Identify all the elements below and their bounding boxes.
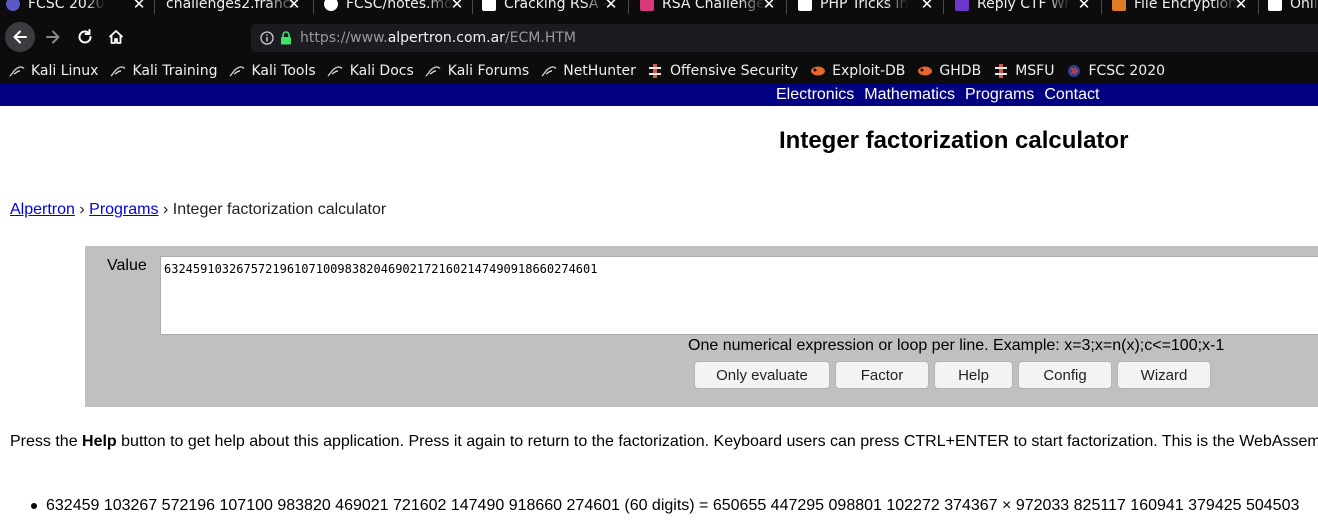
calculator-panel: Value 6324591032675721961071009838204690… [85,246,1318,407]
bullet-icon [31,503,37,509]
tab-php-tricks[interactable]: PHP Tricks in ✕ [798,0,934,13]
close-icon[interactable]: ✕ [450,0,464,13]
breadcrumb-current: Integer factorization calculator [172,201,387,218]
bookmarks-toolbar: Kali Linux Kali Training Kali Tools Kali… [0,59,1318,83]
help-button[interactable]: Help [934,361,1013,389]
bookmark-kali-forums[interactable]: Kali Forums [425,63,529,79]
medium-icon [798,0,812,11]
rsa-icon [640,0,654,11]
home-button[interactable] [101,22,131,52]
breadcrumb-separator: › [162,201,169,218]
tab-fcsc[interactable]: FCSC 2020 ✕ [6,0,146,13]
fcsc-logo-icon [6,0,20,11]
tab-github-notes[interactable]: FCSC/notes.md ✕ [324,0,464,13]
page-title: Integer factorization calculator [779,127,1129,154]
bookmark-exploit-db[interactable]: Exploit-DB [809,63,905,79]
kali-dragon-icon [425,63,442,79]
bookmark-fcsc-2020[interactable]: FCSC 2020 [1065,63,1165,79]
tab-file-encryption[interactable]: File Encryption ✕ [1112,0,1248,13]
input-hint: One numerical expression or loop per lin… [688,337,1225,354]
config-button[interactable]: Config [1018,361,1112,389]
lock-icon [281,31,291,45]
bookmark-nethunter[interactable]: NetHunter [540,63,636,79]
forward-button[interactable] [38,22,68,52]
close-icon[interactable]: ✕ [920,0,934,13]
value-input[interactable]: 6324591032675721961071009838204690217216… [160,256,1318,335]
close-icon[interactable]: ✕ [1234,0,1248,13]
offsec-icon [992,63,1009,79]
code-icon [1268,0,1282,11]
close-icon[interactable]: ✕ [132,0,146,13]
address-bar[interactable]: https://www.alpertron.com.ar/ECM.HTM [251,24,1318,52]
tab-online[interactable]: Onli [1268,0,1318,13]
tab-rsa-challenge[interactable]: RSA Challenge ✕ [640,0,776,13]
factorization-result: 632459 103267 572196 107100 983820 46902… [31,497,1299,515]
kali-dragon-icon [109,63,126,79]
close-icon[interactable]: ✕ [762,0,776,13]
close-icon[interactable]: ✕ [1077,0,1091,13]
bookmark-kali-docs[interactable]: Kali Docs [327,63,414,79]
kali-dragon-icon [228,63,245,79]
bookmark-kali-tools[interactable]: Kali Tools [228,63,316,79]
nav-programs[interactable]: Programs [965,86,1034,104]
nav-mathematics[interactable]: Mathematics [864,86,955,104]
stack-icon [1112,0,1126,11]
bookmark-kali-training[interactable]: Kali Training [109,63,217,79]
result-text: 632459 103267 572196 107100 983820 46902… [46,497,1300,514]
offsec-icon [647,63,664,79]
reload-button[interactable] [70,22,100,52]
wizard-button[interactable]: Wizard [1117,361,1211,389]
tab-challenges[interactable]: challenges2.france ✕ [166,0,301,13]
bookmark-offensive-security[interactable]: Offensive Security [647,63,798,79]
medium-icon [482,0,496,11]
bookmark-ghdb[interactable]: GHDB [916,63,981,79]
breadcrumb-link-alpertron[interactable]: Alpertron [10,201,75,218]
site-header: Electronics Mathematics Programs Contact [0,83,1318,106]
breadcrumb-separator: › [79,201,85,218]
fcsc-logo-icon [1065,63,1082,79]
exploitdb-icon [809,63,826,79]
back-arrow-icon [13,30,27,44]
only-evaluate-button[interactable]: Only evaluate [694,361,830,389]
kali-dragon-icon [8,63,25,79]
forward-arrow-icon [46,30,60,44]
bookmark-kali-linux[interactable]: Kali Linux [8,63,98,79]
nav-electronics[interactable]: Electronics [776,86,854,104]
ctf-icon [955,0,969,11]
nav-contact[interactable]: Contact [1044,86,1099,104]
kali-dragon-icon [327,63,344,79]
tab-reply-ctf[interactable]: Reply CTF Wr ✕ [955,0,1091,13]
close-icon[interactable]: ✕ [287,0,301,13]
help-description: Press the Help button to get help about … [10,433,1318,450]
back-button[interactable] [5,22,35,52]
url-text: https://www.alpertron.com.ar/ECM.HTM [300,30,576,46]
home-icon [108,30,124,44]
breadcrumb: Alpertron › Programs › Integer factoriza… [10,201,386,219]
exploitdb-icon [916,63,933,79]
github-icon [324,0,338,11]
kali-dragon-icon [540,63,557,79]
reload-icon [78,29,92,44]
factor-button[interactable]: Factor [835,361,929,389]
close-icon[interactable]: ✕ [604,0,618,13]
tab-cracking-rsa[interactable]: Cracking RSA - ✕ [482,0,618,13]
value-label: Value [107,257,147,274]
breadcrumb-link-programs[interactable]: Programs [89,201,158,218]
site-nav: Electronics Mathematics Programs Contact [776,83,1109,106]
calculator-buttons: Only evaluate Factor Help Config Wizard [694,361,1216,389]
tab-strip: FCSC 2020 ✕ challenges2.france ✕ FCSC/no… [0,0,1318,14]
site-info-icon[interactable] [260,31,274,45]
navigation-toolbar: https://www.alpertron.com.ar/ECM.HTM [0,14,1318,59]
bookmark-msfu[interactable]: MSFU [992,63,1054,79]
help-keyword: Help [82,433,117,450]
